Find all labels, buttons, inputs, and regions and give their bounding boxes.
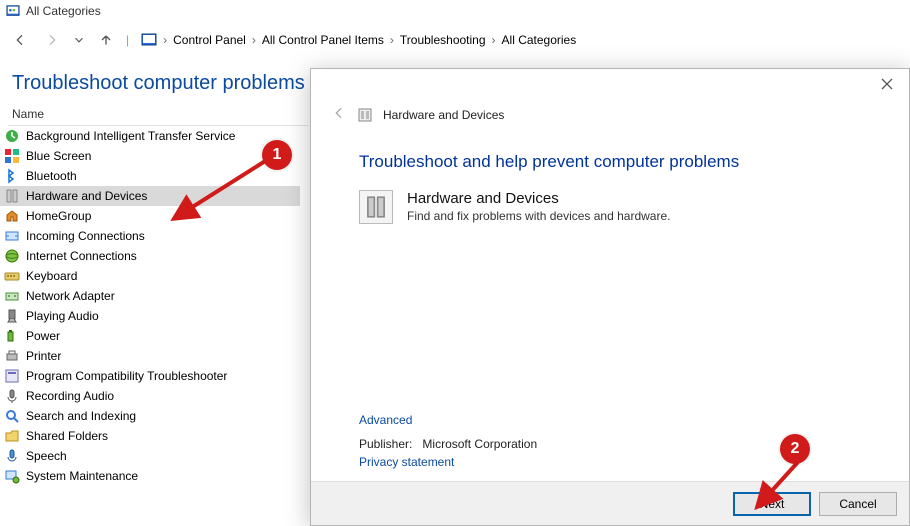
recent-dropdown-icon[interactable] <box>72 28 86 52</box>
list-item-label: Power <box>26 329 60 343</box>
dialog-titlebar <box>311 69 909 99</box>
list-item[interactable]: System Maintenance <box>0 466 300 486</box>
list-item-icon <box>4 268 20 284</box>
publisher-label: Publisher: <box>359 437 412 451</box>
dialog-caption: Hardware and Devices <box>383 108 504 122</box>
list-item[interactable]: Recording Audio <box>0 386 300 406</box>
list-item[interactable]: Internet Connections <box>0 246 300 266</box>
window-title: All Categories <box>26 4 101 18</box>
list-item-label: Playing Audio <box>26 309 99 323</box>
list-item-label: Program Compatibility Troubleshooter <box>26 369 227 383</box>
list-item[interactable]: Search and Indexing <box>0 406 300 426</box>
chevron-right-icon: › <box>252 33 256 47</box>
breadcrumb-icon <box>141 32 157 48</box>
list-item-icon <box>4 228 20 244</box>
list-item[interactable]: Blue Screen <box>0 146 300 166</box>
list-item[interactable]: Printer <box>0 346 300 366</box>
control-panel-icon <box>6 4 20 18</box>
breadcrumb-item[interactable]: All Categories <box>502 33 577 47</box>
dialog-headline: Troubleshoot and help prevent computer p… <box>311 142 909 190</box>
list-item[interactable]: Speech <box>0 446 300 466</box>
list-item[interactable]: Hardware and Devices <box>0 186 300 206</box>
dialog-item-title: Hardware and Devices <box>407 190 670 207</box>
list-item-icon <box>4 188 20 204</box>
dialog-back-button[interactable] <box>331 105 347 124</box>
list-item-icon <box>4 308 20 324</box>
dialog-item-subtitle: Find and fix problems with devices and h… <box>407 209 670 223</box>
list-item[interactable]: Program Compatibility Troubleshooter <box>0 366 300 386</box>
chevron-right-icon: › <box>163 33 167 47</box>
close-button[interactable] <box>873 74 901 94</box>
list-item[interactable]: Network Adapter <box>0 286 300 306</box>
list-item-label: HomeGroup <box>26 209 91 223</box>
list-item-label: Recording Audio <box>26 389 114 403</box>
chevron-right-icon: › <box>390 33 394 47</box>
list-item-icon <box>4 288 20 304</box>
list-item[interactable]: Power <box>0 326 300 346</box>
list-item-icon <box>4 388 20 404</box>
dialog-content: Hardware and Devices Find and fix proble… <box>311 190 909 224</box>
troubleshooter-icon <box>357 107 373 123</box>
list-item-icon <box>4 348 20 364</box>
list-item-icon <box>4 428 20 444</box>
troubleshooter-dialog: Hardware and Devices Troubleshoot and he… <box>310 68 910 526</box>
hardware-icon <box>359 190 393 224</box>
list-item[interactable]: Background Intelligent Transfer Service <box>0 126 300 146</box>
list-item-label: Printer <box>26 349 61 363</box>
list-item[interactable]: HomeGroup <box>0 206 300 226</box>
list-item-label: Background Intelligent Transfer Service <box>26 129 235 143</box>
advanced-link[interactable]: Advanced <box>359 413 861 427</box>
list-item-icon <box>4 328 20 344</box>
list-item-label: Blue Screen <box>26 149 91 163</box>
cancel-button[interactable]: Cancel <box>819 492 897 516</box>
list-item-label: Search and Indexing <box>26 409 136 423</box>
dialog-header: Hardware and Devices <box>311 99 909 142</box>
list-item-label: Internet Connections <box>26 249 137 263</box>
next-button[interactable]: Next <box>733 492 811 516</box>
annotation-step-2: 2 <box>780 434 810 464</box>
window-titlebar: All Categories <box>0 0 910 22</box>
back-button[interactable] <box>8 28 32 52</box>
column-header-name[interactable]: Name <box>8 105 308 126</box>
dialog-lower: Advanced Publisher: Microsoft Corporatio… <box>311 413 909 481</box>
list-item-icon <box>4 408 20 424</box>
list-item[interactable]: Bluetooth <box>0 166 300 186</box>
list-item-icon <box>4 208 20 224</box>
dialog-button-row: Next Cancel <box>311 481 909 525</box>
list-item-label: Incoming Connections <box>26 229 145 243</box>
publisher-value: Microsoft Corporation <box>422 437 537 451</box>
list-item-label: Network Adapter <box>26 289 115 303</box>
breadcrumb-item[interactable]: Control Panel <box>173 33 246 47</box>
list-item-label: Hardware and Devices <box>26 189 147 203</box>
list-item-label: Bluetooth <box>26 169 77 183</box>
list-item[interactable]: Incoming Connections <box>0 226 300 246</box>
list-item-icon <box>4 368 20 384</box>
troubleshooter-list: Background Intelligent Transfer Service B… <box>0 126 300 486</box>
list-item-icon <box>4 128 20 144</box>
up-button[interactable] <box>94 28 118 52</box>
breadcrumb: › Control Panel › All Control Panel Item… <box>137 32 576 48</box>
list-item-label: System Maintenance <box>26 469 138 483</box>
list-item-icon <box>4 248 20 264</box>
breadcrumb-item[interactable]: All Control Panel Items <box>262 33 384 47</box>
forward-button[interactable] <box>40 28 64 52</box>
list-item-label: Speech <box>26 449 67 463</box>
list-item-icon <box>4 468 20 484</box>
list-item[interactable]: Keyboard <box>0 266 300 286</box>
list-item-icon <box>4 168 20 184</box>
list-item-icon <box>4 448 20 464</box>
nav-bar: | › Control Panel › All Control Panel It… <box>0 22 910 58</box>
nav-separator: | <box>126 33 129 47</box>
list-item[interactable]: Shared Folders <box>0 426 300 446</box>
list-item[interactable]: Playing Audio <box>0 306 300 326</box>
chevron-right-icon: › <box>492 33 496 47</box>
list-item-label: Keyboard <box>26 269 77 283</box>
breadcrumb-item[interactable]: Troubleshooting <box>400 33 486 47</box>
annotation-step-1: 1 <box>262 140 292 170</box>
list-item-label: Shared Folders <box>26 429 108 443</box>
list-item-icon <box>4 148 20 164</box>
